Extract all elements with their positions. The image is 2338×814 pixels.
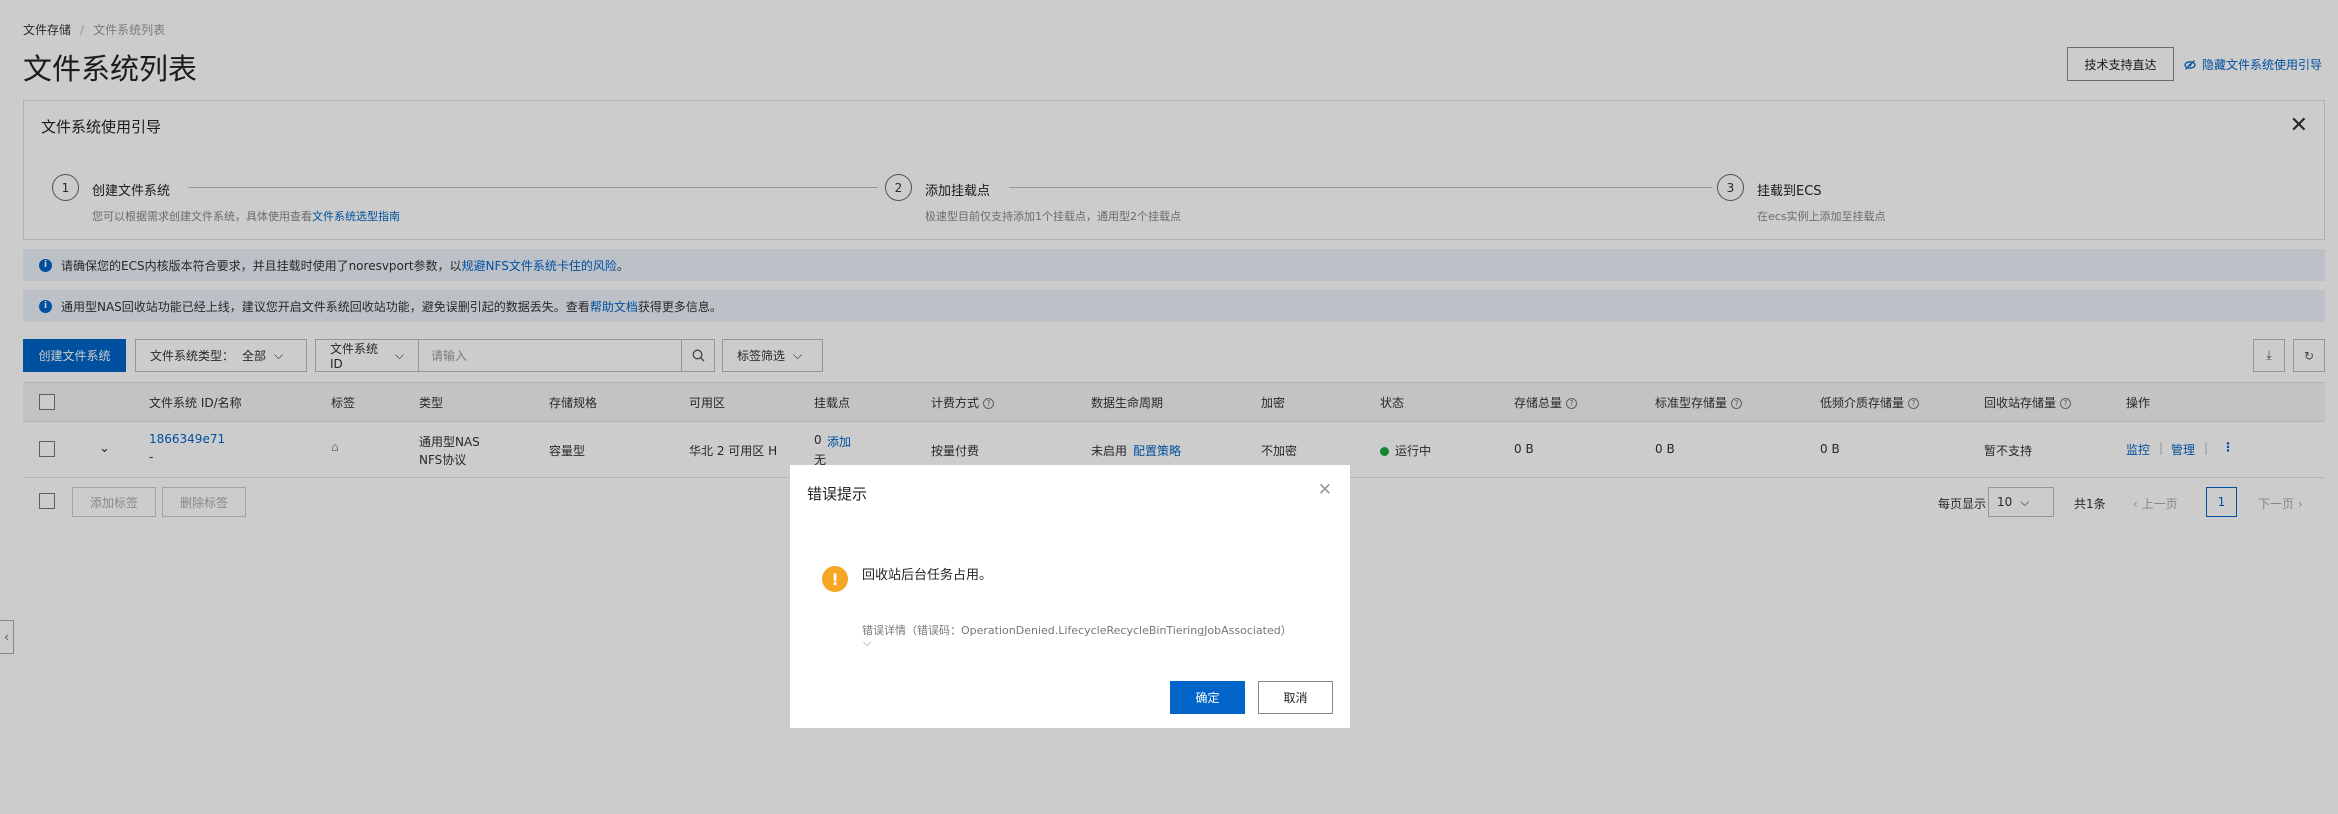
chevron-down-icon[interactable]: ⌵	[863, 636, 871, 650]
warning-icon: !	[822, 566, 848, 592]
error-dialog: 错误提示 ✕ ! 回收站后台任务占用。 错误详情（错误码：OperationDe…	[790, 465, 1350, 728]
dialog-title: 错误提示	[807, 485, 868, 503]
ok-button[interactable]: 确定	[1170, 681, 1245, 714]
page: 文件存储 / 文件系统列表 文件系统列表 技术支持直达 隐藏文件系统使用引导 文件系…	[0, 0, 2338, 814]
close-icon[interactable]: ✕	[1318, 480, 1332, 500]
error-detail[interactable]: 错误详情（错误码：OperationDenied.LifecycleRecycl…	[862, 622, 1292, 638]
dialog-message: 回收站后台任务占用。	[862, 568, 993, 583]
cancel-button[interactable]: 取消	[1258, 681, 1333, 714]
